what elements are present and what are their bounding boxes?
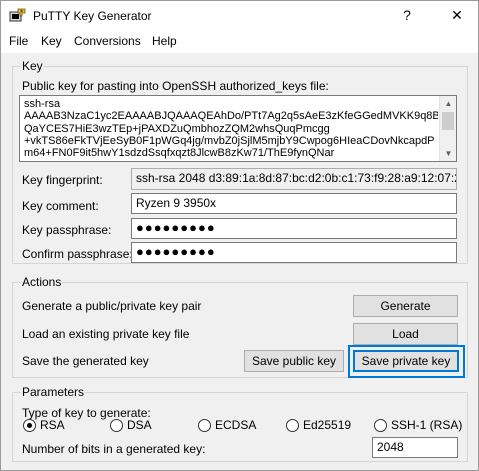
radio-rsa-circle[interactable] [23,419,36,432]
radio-ecdsa-label[interactable]: ECDSA [215,418,256,432]
fingerprint-field[interactable]: ssh-rsa 2048 d3:89:1a:8d:87:bc:d2:0b:c1:… [131,168,457,190]
passphrase-field[interactable]: ●●●●●●●●● [131,218,457,239]
comment-field[interactable]: Ryzen 9 3950x [131,193,457,214]
menu-bar: File Key Conversions Help [1,31,478,53]
public-key-textarea[interactable]: ssh-rsa AAAAB3NzaC1yc2EAAAABJQAAAQEAhDo/… [19,95,457,162]
radio-rsa-label[interactable]: RSA [40,418,65,432]
save-private-key-button[interactable]: Save private key [353,350,459,372]
public-key-label: Public key for pasting into OpenSSH auth… [22,79,329,93]
fingerprint-label: Key fingerprint: [22,173,103,187]
load-button[interactable]: Load [353,323,458,345]
comment-label: Key comment: [22,199,99,213]
save-public-key-button[interactable]: Save public key [244,350,344,372]
parameters-group-label: Parameters [21,385,86,399]
window-title: PuTTY Key Generator [33,9,152,23]
menu-conversions[interactable]: Conversions [74,34,141,48]
radio-ecdsa-circle[interactable] [198,419,211,432]
load-description: Load an existing private key file [22,327,190,341]
bits-field[interactable]: 2048 [372,437,458,458]
menu-key[interactable]: Key [41,34,62,48]
passphrase-label: Key passphrase: [22,223,112,237]
key-group-label: Key [21,59,44,73]
confirm-passphrase-field[interactable]: ●●●●●●●●● [131,242,457,263]
scroll-down-icon[interactable]: ▼ [440,146,457,161]
radio-selected-dot [27,423,32,428]
radio-ssh1-rsa-circle[interactable] [374,419,387,432]
radio-dsa-circle[interactable] [110,419,123,432]
bits-label: Number of bits in a generated key: [22,442,206,456]
putty-keygen-window: PuTTY Key Generator ? ✕ File Key Convers… [0,0,479,471]
generate-button[interactable]: Generate [353,295,458,317]
public-key-text[interactable]: ssh-rsa AAAAB3NzaC1yc2EAAAABJQAAAQEAhDo/… [24,98,438,160]
help-icon[interactable]: ? [397,7,417,23]
menu-file[interactable]: File [9,34,28,48]
save-description: Save the generated key [22,354,149,368]
radio-ed25519-circle[interactable] [286,419,299,432]
title-bar: PuTTY Key Generator ? ✕ [1,1,478,31]
close-icon[interactable]: ✕ [447,7,467,24]
scroll-up-icon[interactable]: ▲ [440,96,457,111]
confirm-passphrase-label: Confirm passphrase: [22,247,133,261]
radio-ssh1-rsa-label[interactable]: SSH-1 (RSA) [391,418,462,432]
menu-help[interactable]: Help [152,34,177,48]
radio-ed25519-label[interactable]: Ed25519 [303,418,351,432]
generate-description: Generate a public/private key pair [22,299,202,313]
public-key-scrollbar[interactable]: ▲ ▼ [439,96,456,161]
putty-keygen-icon [9,8,26,22]
scroll-thumb[interactable] [442,112,454,130]
radio-dsa-label[interactable]: DSA [127,418,152,432]
actions-group-label: Actions [21,275,63,289]
